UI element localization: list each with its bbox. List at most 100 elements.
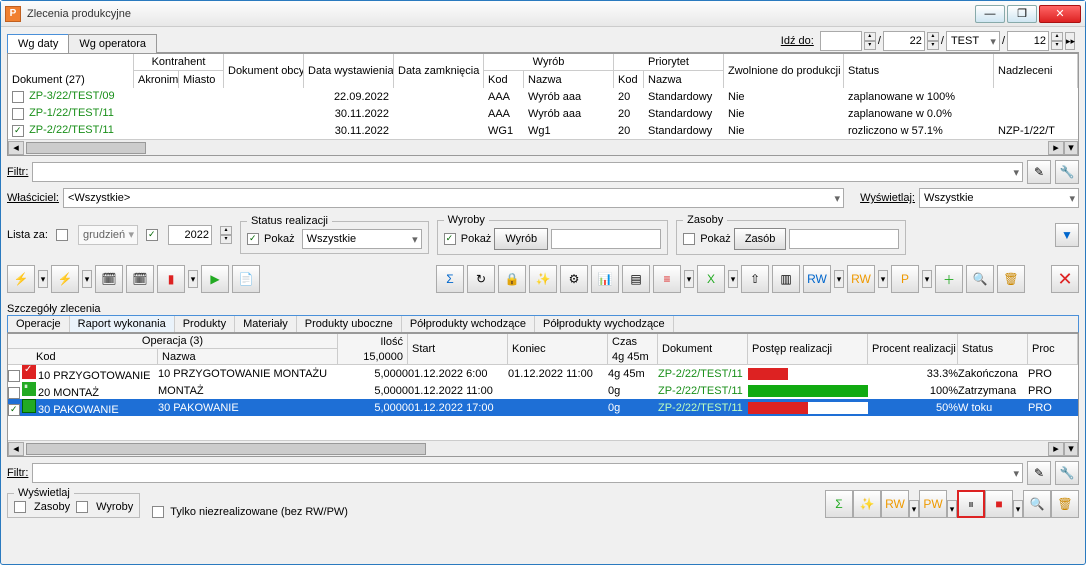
excel-dd[interactable]: ▾: [728, 270, 738, 288]
col-miasto[interactable]: Miasto: [179, 71, 224, 88]
lock-icon[interactable]: 🔒: [498, 265, 526, 293]
month-check[interactable]: [56, 229, 68, 241]
tab-wg-operatora[interactable]: Wg operatora: [68, 34, 157, 53]
goto-1-down[interactable]: ▾: [864, 41, 876, 50]
op-row[interactable]: 30 PAKOWANIE30 PAKOWANIE5,000001.12.2022…: [8, 399, 1078, 416]
calendar-x-icon[interactable]: 🗓: [126, 265, 154, 293]
gear-icon[interactable]: ⚙: [560, 265, 588, 293]
month-combo[interactable]: grudzień: [78, 225, 138, 245]
close-x-icon[interactable]: ✕: [1051, 265, 1079, 293]
expand-down-button[interactable]: ▼: [1055, 223, 1079, 247]
sparkle-icon[interactable]: ✨: [529, 265, 557, 293]
op-body[interactable]: 10 PRZYGOTOWANIE10 PRZYGOTOWANIE MONTAŻU…: [8, 365, 1078, 416]
stop-button[interactable]: ■: [985, 490, 1013, 518]
col-wyrob[interactable]: Wyrób: [484, 54, 614, 71]
tab-półprodukty-wchodzące[interactable]: Półprodukty wchodzące: [402, 316, 535, 332]
year-check[interactable]: [146, 229, 158, 241]
excel-icon[interactable]: X: [697, 265, 725, 293]
col-postep[interactable]: Postęp realizacji: [748, 334, 868, 364]
col-dokument[interactable]: Dokument (27): [8, 54, 134, 88]
table-row[interactable]: ZP-3/22/TEST/0922.09.2022AAAWyrób aaa20S…: [8, 88, 1078, 105]
op-check[interactable]: [8, 370, 20, 382]
doc-link[interactable]: ZP-2/22/TEST/11: [29, 124, 114, 136]
wyrob-input[interactable]: [551, 229, 661, 249]
bottom-pw-icon[interactable]: PW: [919, 490, 947, 518]
goto-4-up[interactable]: ▴: [1051, 32, 1063, 41]
col-data-wyst[interactable]: Data wystawienia: [304, 54, 394, 88]
pause-button[interactable]: ⏸: [957, 490, 985, 518]
bottom-filter-clear[interactable]: ✎: [1027, 461, 1051, 485]
search-icon[interactable]: 🔍: [966, 265, 994, 293]
col-czas[interactable]: Czas: [608, 334, 658, 349]
col-prio-nazwa[interactable]: Nazwa: [644, 71, 724, 88]
list-dd[interactable]: ▾: [684, 270, 694, 288]
tab-produkty[interactable]: Produkty: [175, 316, 235, 332]
tab-produkty-uboczne[interactable]: Produkty uboczne: [297, 316, 402, 332]
scroll-left[interactable]: ◂: [8, 141, 24, 155]
op-row[interactable]: 10 PRZYGOTOWANIE10 PRZYGOTOWANIE MONTAŻU…: [8, 365, 1078, 382]
col-kontrahent[interactable]: Kontrahent: [134, 54, 224, 71]
col-koniec[interactable]: Koniec: [508, 334, 608, 364]
display-combo[interactable]: Wszystkie: [919, 188, 1079, 208]
goto-4-down[interactable]: ▾: [1051, 41, 1063, 50]
bottom-sparkle-icon[interactable]: ✨: [853, 490, 881, 518]
col-ilosc[interactable]: Ilość: [338, 334, 408, 349]
rw-dd[interactable]: ▾: [834, 270, 844, 288]
chart-icon[interactable]: 📊: [591, 265, 619, 293]
grid-h-scroll[interactable]: ◂ ▸ ▾: [8, 139, 1078, 155]
goto-series[interactable]: TEST: [946, 31, 1000, 51]
op-row[interactable]: 20 MONTAŻMONTAŻ5,000001.12.2022 11:000gZ…: [8, 382, 1078, 399]
maximize-button[interactable]: ❐: [1007, 5, 1037, 23]
op-check[interactable]: [8, 387, 20, 399]
col-proc[interactable]: Proc: [1028, 334, 1078, 364]
col-op-status[interactable]: Status: [958, 334, 1028, 364]
list-red-icon[interactable]: ≡: [653, 265, 681, 293]
tab-półprodukty-wychodzące[interactable]: Półprodukty wychodzące: [535, 316, 674, 332]
scroll-thumb[interactable]: [26, 142, 146, 154]
goto-field-4[interactable]: 12: [1007, 31, 1049, 51]
calendar-red-icon[interactable]: 🗓: [95, 265, 123, 293]
bottom-pw-dd[interactable]: ▾: [947, 500, 957, 518]
document-icon[interactable]: 📄: [232, 265, 260, 293]
forward-icon[interactable]: ▶: [201, 265, 229, 293]
col-operacja[interactable]: Operacja (3): [8, 334, 338, 349]
delete-icon[interactable]: 🗑: [997, 265, 1025, 293]
col-wyrob-nazwa[interactable]: Nazwa: [524, 71, 614, 88]
filter-config-button[interactable]: 🔧: [1055, 160, 1079, 184]
p-dd[interactable]: ▾: [922, 270, 932, 288]
row-check[interactable]: [12, 91, 24, 103]
op-h-scroll[interactable]: ◂ ▸ ▾: [8, 440, 1078, 456]
bottom-delete-icon[interactable]: 🗑: [1051, 490, 1079, 518]
flag-dd[interactable]: ▾: [188, 270, 198, 288]
op-scroll-thumb[interactable]: [26, 443, 426, 455]
bottom-rw-dd[interactable]: ▾: [909, 500, 919, 518]
col-wyrob-kod[interactable]: Kod: [484, 71, 524, 88]
filter-input[interactable]: [32, 162, 1023, 182]
owner-combo[interactable]: <Wszystkie>: [63, 188, 844, 208]
bottom-filter-input[interactable]: [32, 463, 1023, 483]
close-button[interactable]: ✕: [1039, 5, 1081, 23]
scroll-right[interactable]: ▸: [1048, 141, 1064, 155]
row-check[interactable]: [12, 108, 24, 120]
bolt2-icon[interactable]: ⚡: [51, 265, 79, 293]
status-combo[interactable]: Wszystkie: [302, 229, 422, 249]
flag-icon[interactable]: ▮: [157, 265, 185, 293]
col-zwolnione[interactable]: Zwolnione do produkcji: [724, 54, 844, 88]
col-status[interactable]: Status: [844, 54, 994, 88]
bottom-search-icon[interactable]: 🔍: [1023, 490, 1051, 518]
bottom-sum-icon[interactable]: Σ: [825, 490, 853, 518]
col-op-nazwa[interactable]: Nazwa: [158, 349, 338, 364]
col-start[interactable]: Start: [408, 334, 508, 364]
goto-field-2[interactable]: 22: [883, 31, 925, 51]
tab-operacje[interactable]: Operacje: [8, 316, 70, 332]
zasob-input[interactable]: [789, 229, 899, 249]
stop-dd[interactable]: ▾: [1013, 500, 1023, 518]
doc-link[interactable]: ZP-3/22/TEST/09: [29, 90, 115, 102]
col-procent[interactable]: Procent realizacji: [868, 334, 958, 364]
op-scroll-end[interactable]: ▾: [1064, 442, 1078, 456]
op-check[interactable]: [8, 404, 20, 416]
goto-field-1[interactable]: [820, 31, 862, 51]
gantt-icon[interactable]: ▤: [622, 265, 650, 293]
col-op-dokument[interactable]: Dokument: [658, 334, 748, 364]
rw2-dd[interactable]: ▾: [878, 270, 888, 288]
